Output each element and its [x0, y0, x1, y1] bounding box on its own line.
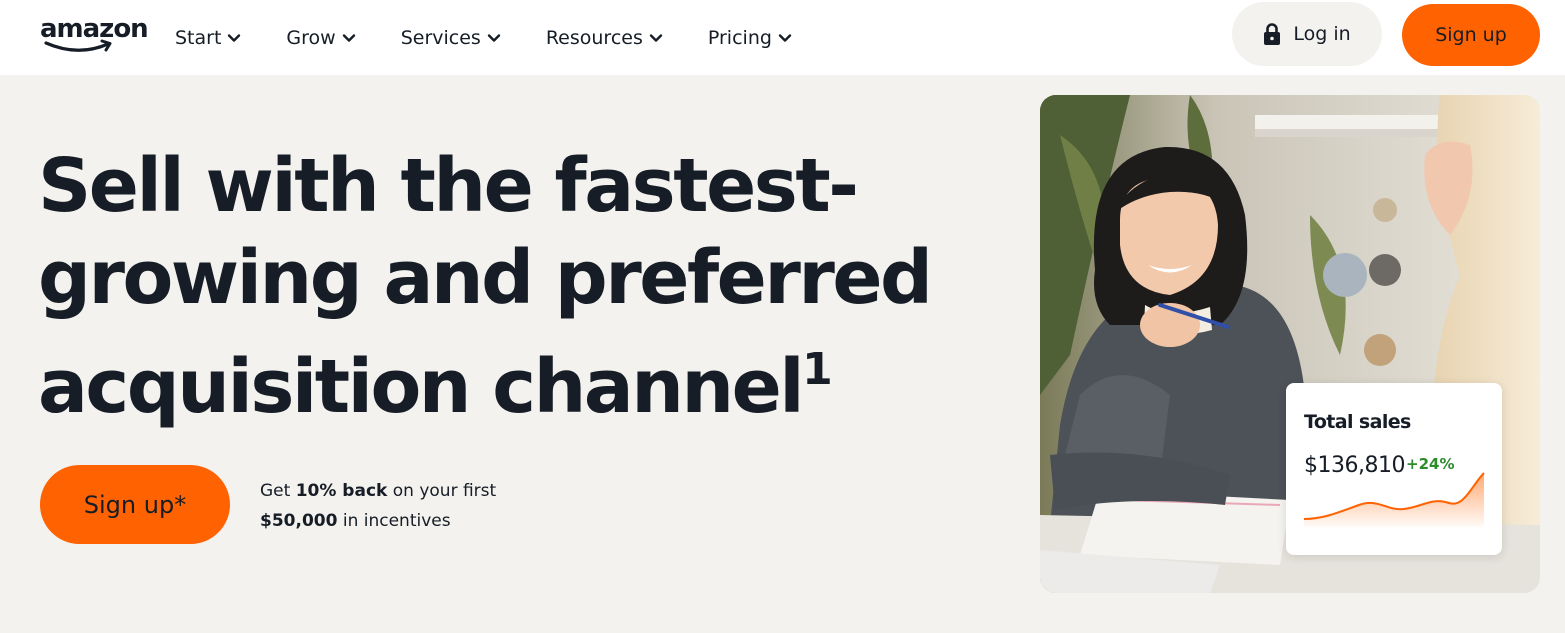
- nav-item-grow[interactable]: Grow: [286, 27, 355, 49]
- nav-item-label: Pricing: [707, 26, 772, 49]
- nav-item-label: Services: [400, 26, 481, 49]
- hero-title-line-1: Sell with the fastest-: [38, 143, 859, 229]
- incentive-percent: 10% back: [295, 481, 388, 501]
- hero-title-line-2: growing and preferred: [38, 235, 933, 321]
- chevron-down-icon: [342, 33, 355, 42]
- lock-icon: [1264, 23, 1281, 45]
- chevron-down-icon: [778, 33, 792, 42]
- nav-item-pricing[interactable]: Pricing: [708, 27, 792, 49]
- nav-item-services[interactable]: Services: [401, 27, 501, 49]
- nav-item-label: Start: [175, 26, 222, 49]
- nav-item-label: Grow: [286, 26, 336, 49]
- sales-sparkline: [1304, 472, 1485, 527]
- nav-item-label: Resources: [545, 26, 643, 49]
- chevron-down-icon: [649, 33, 663, 42]
- hero-title: Sell with the fastest- growing and prefe…: [38, 140, 938, 433]
- amazon-logo[interactable]: amazon: [40, 14, 149, 56]
- main-nav: Start Grow Services Resources Pricing: [175, 0, 837, 75]
- incentive-pre: Get: [260, 481, 296, 501]
- site-header: amazon Start Grow Services Resources Pri…: [0, 0, 1565, 75]
- login-label: Log in: [1293, 23, 1351, 45]
- hero-signup-button[interactable]: Sign up*: [40, 465, 230, 544]
- login-button[interactable]: Log in: [1232, 2, 1382, 66]
- incentive-amount: $50,000: [260, 511, 338, 531]
- incentive-post: in incentives: [337, 511, 451, 531]
- hero-title-line-3: acquisition channel1: [38, 324, 938, 433]
- signup-label: Sign up: [1435, 24, 1507, 46]
- incentive-text: Get 10% back on your first $50,000 in in…: [260, 476, 560, 536]
- total-sales-card: Total sales $136,810 +24%: [1286, 383, 1502, 555]
- footnote-marker[interactable]: 1: [802, 344, 833, 395]
- logo-smile-icon: [44, 39, 112, 52]
- hero-title-line-3-text: acquisition channel: [38, 344, 805, 430]
- signup-button[interactable]: Sign up: [1402, 4, 1540, 66]
- nav-item-start[interactable]: Start: [175, 27, 241, 49]
- incentive-mid: on your first: [387, 481, 497, 501]
- chevron-down-icon: [487, 33, 501, 42]
- total-sales-label: Total sales: [1304, 411, 1411, 433]
- nav-item-resources[interactable]: Resources: [546, 27, 663, 49]
- hero-signup-label: Sign up*: [83, 490, 187, 519]
- chevron-down-icon: [228, 33, 241, 42]
